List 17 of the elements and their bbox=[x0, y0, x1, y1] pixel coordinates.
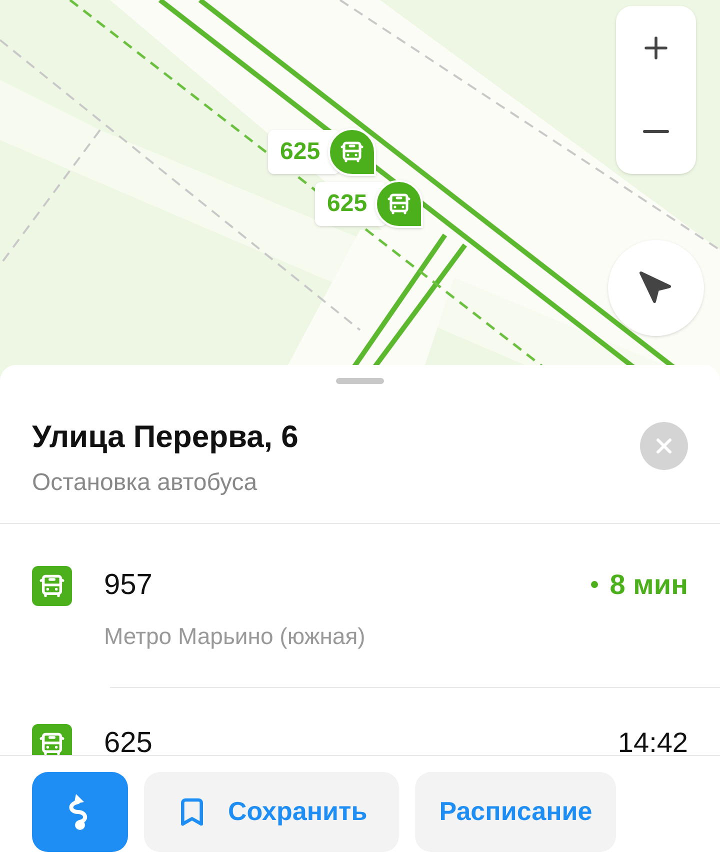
route-number: 957 bbox=[104, 568, 154, 603]
bus-icon bbox=[340, 140, 364, 164]
drag-handle[interactable] bbox=[336, 378, 384, 384]
stop-subtitle: Остановка автобуса bbox=[32, 468, 258, 498]
arrow-icon bbox=[638, 270, 674, 306]
bus-icon bbox=[387, 192, 412, 216]
arrival-time: 14:42 bbox=[618, 726, 688, 760]
arrival-time: 8 мин bbox=[610, 568, 688, 602]
stop-title: Улица Перерва, 6 bbox=[32, 418, 298, 456]
route-label[interactable]: 625 bbox=[315, 182, 388, 226]
route-button[interactable] bbox=[32, 772, 128, 852]
route-number: 625 bbox=[104, 726, 154, 761]
destination: Метро Марьино (южная) bbox=[104, 622, 366, 652]
minus-icon bbox=[643, 130, 669, 134]
schedule-button[interactable]: Расписание bbox=[415, 772, 616, 852]
save-button[interactable]: Сохранить bbox=[144, 772, 400, 852]
bus-icon bbox=[32, 566, 72, 606]
